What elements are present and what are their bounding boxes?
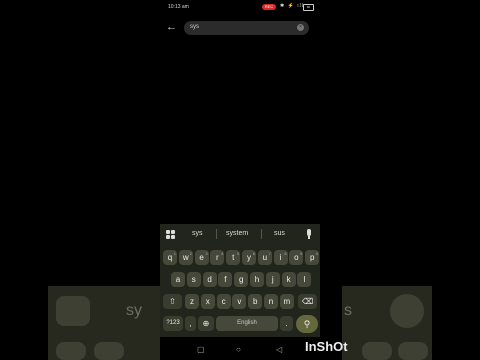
battery-icon: 80	[303, 4, 314, 11]
key-hint: 9	[300, 251, 303, 256]
search-action-key[interactable]: ⚲	[296, 315, 318, 333]
key-l[interactable]: l	[297, 272, 312, 287]
period-key[interactable]: .	[280, 316, 293, 331]
space-key[interactable]: English	[216, 316, 278, 331]
blur-key	[398, 342, 428, 360]
key-hint: 3	[205, 251, 208, 256]
key-n[interactable]: n	[264, 294, 278, 309]
key-y[interactable]: y6	[242, 250, 256, 265]
key-g[interactable]: g	[234, 272, 249, 287]
suggestion-item[interactable]: sys	[192, 230, 203, 237]
key-d[interactable]: d	[202, 272, 217, 287]
key-b[interactable]: b	[248, 294, 263, 309]
mic-icon[interactable]	[307, 229, 311, 236]
key-z[interactable]: z	[185, 294, 199, 309]
key-c[interactable]: c	[216, 294, 231, 309]
key-v[interactable]: v	[232, 294, 247, 309]
search-query: sys	[190, 24, 199, 30]
key-hint: 5	[236, 251, 240, 256]
recents-button[interactable]: ▢	[197, 345, 205, 354]
key-hint: 6	[252, 251, 255, 256]
suggestion-divider	[216, 229, 217, 239]
key-o[interactable]: o9	[289, 250, 304, 265]
key-hint: 4	[221, 251, 224, 256]
shift-icon: ⇧	[169, 297, 176, 306]
key-m[interactable]: m	[279, 294, 294, 309]
suggestion-item[interactable]: system	[226, 230, 248, 237]
key-f[interactable]: f	[218, 272, 233, 287]
keyboard: sys system sus q1w2e3r4t5y6u7i8o9p0 asdf…	[160, 224, 320, 337]
key-e[interactable]: e3	[194, 250, 209, 265]
backspace-icon: ⌫	[301, 297, 314, 306]
back-arrow-icon[interactable]: ←	[166, 21, 177, 33]
suggestion-divider	[261, 229, 262, 239]
search-input[interactable]: sys ×	[184, 21, 309, 35]
key-hint: 1	[173, 251, 176, 256]
blur-key	[94, 342, 124, 360]
key-i[interactable]: i8	[273, 250, 288, 265]
key-hint: 2	[189, 251, 192, 256]
status-icons: ✱ ⚡ ıll	[280, 3, 304, 9]
key-a[interactable]: a	[171, 272, 185, 287]
search-icon: ⚲	[303, 319, 311, 329]
key-t[interactable]: t5	[226, 250, 241, 265]
blur-key	[362, 342, 392, 360]
key-x[interactable]: x	[200, 294, 215, 309]
suggestion-item[interactable]: sus	[274, 230, 285, 237]
blur-grid-tile	[56, 296, 90, 326]
background-blur-right: s	[342, 286, 432, 360]
globe-icon: ⊕	[202, 319, 210, 328]
comma-key[interactable]: ,	[185, 316, 196, 331]
blur-text: s	[344, 302, 352, 319]
key-s[interactable]: s	[186, 272, 201, 287]
back-button[interactable]: ◁	[276, 345, 282, 354]
key-r[interactable]: r4	[210, 250, 225, 265]
home-button[interactable]: ○	[236, 345, 241, 354]
key-u[interactable]: u7	[257, 250, 272, 265]
blur-text: sy	[126, 302, 142, 319]
navigation-bar: ▢ ○ ◁	[160, 340, 320, 360]
key-hint: 7	[268, 251, 271, 256]
key-hint: 8	[284, 251, 287, 256]
key-hint: 0	[315, 251, 319, 256]
globe-key[interactable]: ⊕	[198, 316, 214, 331]
key-k[interactable]: k	[281, 272, 296, 287]
key-q[interactable]: q1	[163, 250, 177, 265]
blur-key	[56, 342, 86, 360]
status-time: 10:13 am	[168, 4, 189, 10]
key-p[interactable]: p0	[305, 250, 320, 265]
apps-grid-icon[interactable]	[166, 230, 175, 239]
background-blur-left: sy	[48, 286, 160, 360]
blur-mic-tile	[390, 294, 424, 328]
suggestion-strip: sys system sus	[160, 224, 320, 244]
symbols-key[interactable]: ?123	[163, 316, 183, 331]
status-bar: 10:13 am REC ✱ ⚡ ıll 80	[160, 0, 320, 14]
mic-stand	[308, 236, 310, 239]
recording-badge: REC	[262, 4, 276, 10]
key-h[interactable]: h	[250, 272, 264, 287]
shift-key[interactable]: ⇧	[163, 294, 182, 309]
clear-icon[interactable]: ×	[297, 24, 304, 31]
phone-screen: 10:13 am REC ✱ ⚡ ıll 80 ← sys × sys syst…	[160, 0, 320, 360]
backspace-key[interactable]: ⌫	[298, 294, 317, 309]
inshot-watermark: InShOt	[305, 339, 348, 354]
key-w[interactable]: w2	[178, 250, 193, 265]
key-j[interactable]: j	[265, 272, 280, 287]
search-bar: ← sys ×	[160, 18, 320, 38]
